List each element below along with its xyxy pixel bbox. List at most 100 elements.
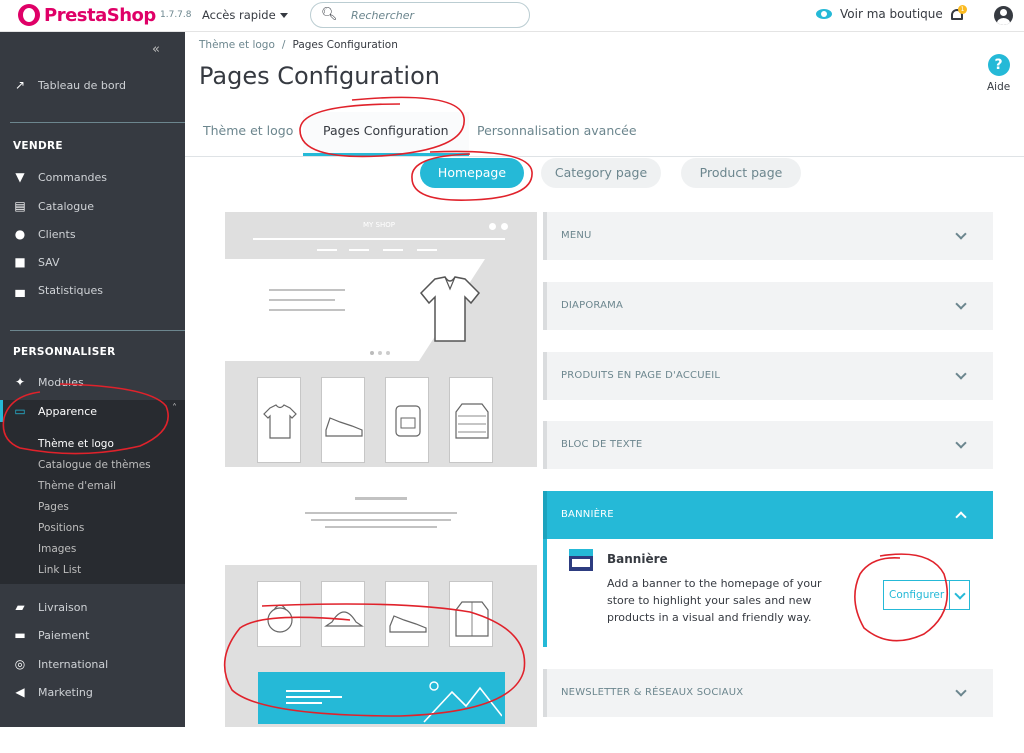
preview-line <box>269 299 335 301</box>
tab-category-page[interactable]: Category page <box>541 158 661 188</box>
sidebar-item-customer-service[interactable]: ■ SAV <box>0 251 185 273</box>
submenu-images[interactable]: Images <box>38 543 76 555</box>
divider <box>10 330 185 331</box>
section-title: NEWSLETTER & RÉSEAUX SOCIAUX <box>561 687 744 698</box>
search-input[interactable]: 🔍︎ Rechercher <box>310 2 530 28</box>
sidebar-item-customers[interactable]: ● Clients <box>0 223 185 245</box>
breadcrumb-current: Pages Configuration <box>292 39 398 51</box>
sneaker-icon <box>389 615 427 633</box>
sidebar-item-label: Marketing <box>38 685 93 699</box>
breadcrumb-separator: / <box>281 39 286 51</box>
quick-access-dropdown[interactable]: Accès rapide <box>202 8 288 22</box>
sidebar-item-payment[interactable]: ▬ Paiement <box>0 624 185 646</box>
quick-access-label: Accès rapide <box>202 8 276 22</box>
tab-pages-configuration[interactable]: Pages Configuration <box>303 112 469 156</box>
preview-line <box>286 702 322 704</box>
preview-line <box>269 289 345 291</box>
sidebar-item-label: Commandes <box>38 170 108 184</box>
configure-dropdown-toggle[interactable] <box>949 581 969 609</box>
user-account-icon[interactable] <box>994 6 1013 25</box>
configure-button[interactable]: Configurer <box>884 581 949 609</box>
tab-product-page[interactable]: Product page <box>681 158 801 188</box>
preview-line <box>286 690 330 692</box>
breadcrumb-link[interactable]: Thème et logo <box>199 39 275 51</box>
notifications-button[interactable]: 1 <box>950 5 967 23</box>
section-newsletter-social[interactable]: NEWSLETTER & RÉSEAUX SOCIAUX <box>543 669 993 717</box>
submenu-positions[interactable]: Positions <box>38 522 84 534</box>
view-shop-link[interactable]: Voir ma boutique <box>816 7 943 21</box>
megaphone-icon: ◀ <box>15 685 25 699</box>
sidebar-item-international[interactable]: ◎ International <box>0 653 185 675</box>
jacket-icon <box>455 403 489 439</box>
sidebar-item-shipping[interactable]: ▰ Livraison <box>0 596 185 618</box>
sidebar-item-label: Modules <box>38 375 84 389</box>
account-circle-icon: ● <box>14 227 26 241</box>
preview-line <box>269 309 345 311</box>
sidebar: « ↗ Tableau de bord VENDRE ▼ Commandes ▤ C… <box>0 32 185 727</box>
tab-homepage[interactable]: Homepage <box>420 158 524 188</box>
tab-theme-logo[interactable]: Thème et logo <box>203 112 293 156</box>
puzzle-icon: ✦ <box>14 375 26 389</box>
section-heading-customize: PERSONNALISER <box>13 346 116 358</box>
sidebar-item-marketing[interactable]: ◀ Marketing <box>0 681 185 703</box>
desktop-icon: ▭ <box>14 404 26 418</box>
submenu-link-list[interactable]: Link List <box>38 564 81 576</box>
preview-shop-name: MY SHOP <box>363 221 395 229</box>
section-featured-products[interactable]: PRODUITS EN PAGE D'ACCUEIL <box>543 352 993 400</box>
homepage-preview: MY SHOP <box>225 212 537 753</box>
submenu-theme-catalog[interactable]: Catalogue de thèmes <box>38 459 151 471</box>
preview-products-block <box>225 361 537 467</box>
product-card <box>321 377 365 463</box>
bag-icon <box>267 604 293 633</box>
section-title: BLOC DE TEXTE <box>561 439 643 450</box>
page-type-selector: Homepage Category page Product page <box>185 158 1024 188</box>
help-label: Aide <box>987 81 1011 93</box>
preview-nav-item <box>349 249 369 251</box>
sidebar-item-label: Livraison <box>38 600 88 614</box>
preview-line <box>355 497 407 500</box>
sidebar-item-label: Catalogue <box>38 199 94 213</box>
prestashop-logo[interactable]: PrestaShop <box>18 4 156 26</box>
preview-dot <box>501 223 508 230</box>
sidebar-item-label: Clients <box>38 227 76 241</box>
banner-module-panel: Bannière Add a banner to the homepage of… <box>543 539 993 647</box>
notification-badge: 1 <box>958 5 967 14</box>
preview-header: MY SHOP <box>225 212 537 259</box>
sidebar-item-orders[interactable]: ▼ Commandes <box>0 166 185 188</box>
submenu-email-theme[interactable]: Thème d'email <box>38 480 116 492</box>
view-shop-label: Voir ma boutique <box>840 7 943 21</box>
section-menu[interactable]: MENU <box>543 212 993 260</box>
sidebar-item-label: Apparence <box>38 404 98 418</box>
module-description: Add a banner to the homepage of your sto… <box>607 577 822 624</box>
preview-line <box>253 238 505 240</box>
sidebar-item-stats[interactable]: ▄ Statistiques <box>0 279 185 301</box>
sidebar-item-dashboard[interactable]: ↗ Tableau de bord <box>0 74 185 96</box>
module-name: Bannière <box>607 552 668 566</box>
mountain-image-icon <box>423 681 502 723</box>
sidebar-item-catalog[interactable]: ▤ Catalogue <box>0 195 185 217</box>
store-icon: ▤ <box>14 199 26 213</box>
tab-advanced-customization[interactable]: Personnalisation avancée <box>477 112 637 156</box>
preview-line <box>311 519 451 521</box>
sidebar-item-label: SAV <box>38 255 60 269</box>
submenu-theme-logo[interactable]: Thème et logo <box>38 438 114 450</box>
preview-nav-item <box>417 249 437 251</box>
section-slideshow[interactable]: DIAPORAMA <box>543 282 993 330</box>
help-button[interactable]: ? Aide <box>987 54 1010 93</box>
help-icon: ? <box>987 54 1010 76</box>
product-card <box>257 377 301 463</box>
preview-line <box>286 696 342 698</box>
preview-text-block <box>225 467 537 565</box>
submenu-pages[interactable]: Pages <box>38 501 69 513</box>
section-banner[interactable]: BANNIÈRE <box>543 491 993 539</box>
shirt-icon <box>455 601 489 637</box>
sidebar-item-label: Tableau de bord <box>38 78 126 92</box>
section-title: BANNIÈRE <box>561 509 614 520</box>
collapse-sidebar-icon[interactable]: « <box>152 42 160 57</box>
sidebar-item-modules[interactable]: ✦ Modules <box>0 371 185 393</box>
section-text-block[interactable]: BLOC DE TEXTE <box>543 421 993 469</box>
sidebar-item-appearance[interactable]: ▭ Apparence ˄ <box>0 400 185 422</box>
chevron-down-icon <box>955 437 967 449</box>
bar-chart-icon: ▄ <box>15 283 25 297</box>
search-placeholder: Rechercher <box>351 9 415 22</box>
